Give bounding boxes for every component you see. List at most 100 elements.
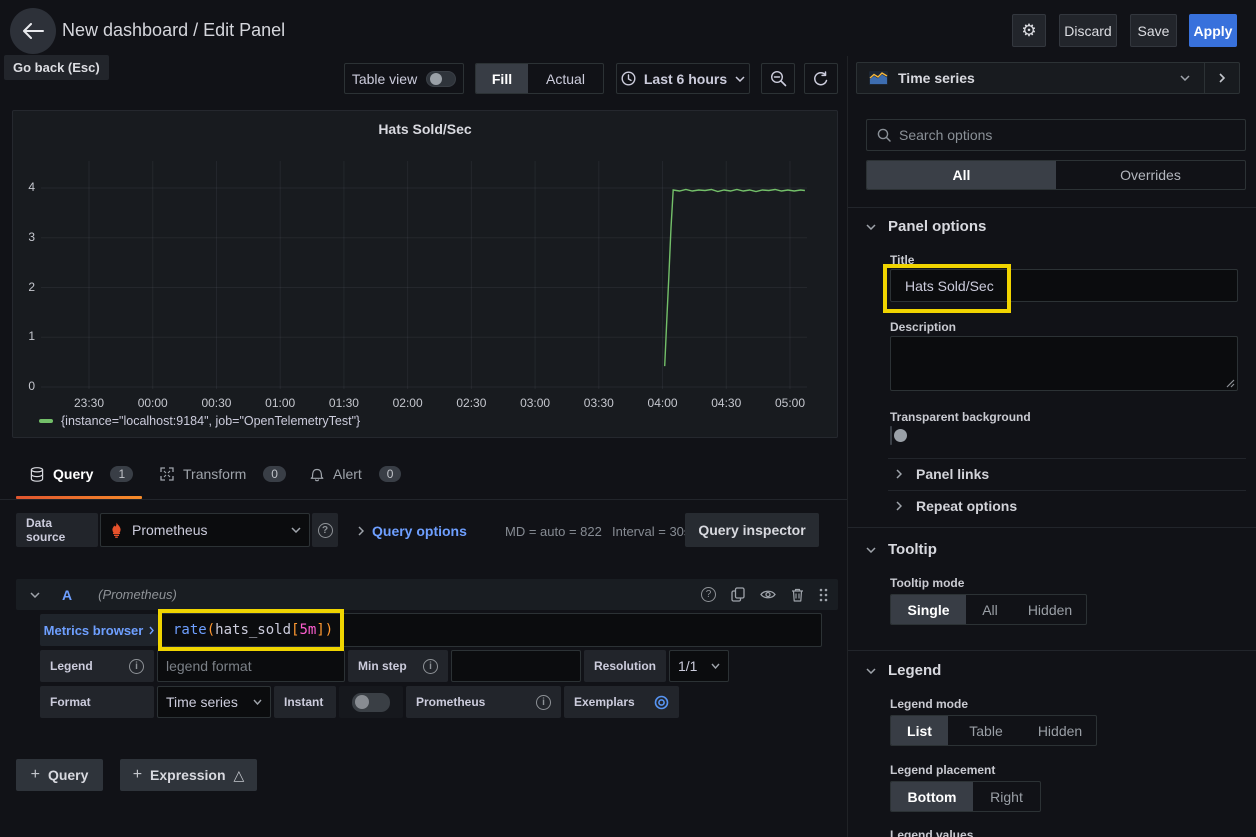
zoom-out-icon [770,70,787,87]
hide-query-eye-icon[interactable] [760,589,776,600]
tab-query-badge: 1 [110,466,133,482]
panel-title-input[interactable]: Hats Sold/Sec [890,269,1238,302]
back-button[interactable] [10,8,56,54]
plus-icon: + [133,766,142,784]
chart-plot [13,111,839,439]
expand-viz-picker-button[interactable] [1205,63,1239,93]
transform-icon [160,467,174,481]
actual-option[interactable]: Actual [528,64,603,93]
duplicate-icon[interactable] [731,587,745,602]
legend-placement-right[interactable]: Right [973,782,1040,811]
prometheus-options-label: Prometheus i [406,686,561,718]
panel-settings-button[interactable]: ⚙ [1012,14,1046,47]
tooltip-mode-single[interactable]: Single [891,595,966,624]
chevron-down-icon [735,76,745,82]
back-arrow-icon [22,23,44,39]
section-divider [848,650,1256,651]
tooltip-section-header[interactable]: Tooltip [866,541,937,558]
add-expression-button[interactable]: + Expression △ [120,759,257,791]
tab-transform-label: Transform [183,466,246,482]
legend-mode-list[interactable]: List [891,716,948,745]
options-filter-segmented: All Overrides [866,160,1246,190]
description-textarea[interactable] [890,336,1238,391]
instant-switch[interactable] [352,693,390,712]
panel-options-header[interactable]: Panel options [866,218,986,235]
query-ref-id[interactable]: A [62,587,72,603]
tab-transform-badge: 0 [263,466,286,482]
x-tick-label: 02:30 [446,396,496,410]
title-label: Title [890,253,914,267]
data-source-select[interactable]: Prometheus [100,513,310,547]
data-source-help-button[interactable]: ? [312,513,338,547]
query-inspector-button[interactable]: Query inspector [685,513,819,547]
query-options-link[interactable]: Query options [372,523,467,539]
page-title: New dashboard / Edit Panel [62,20,285,41]
fill-option[interactable]: Fill [476,64,528,93]
expr-token: ) [325,622,333,638]
collapse-chevron-icon[interactable] [30,592,40,598]
warning-triangle-icon: △ [234,767,245,784]
section-divider [848,527,1256,528]
gear-icon: ⚙ [1021,21,1036,41]
tab-query[interactable]: Query 1 [30,466,133,482]
info-icon: i [129,659,144,674]
transparent-background-switch[interactable] [890,426,892,445]
zoom-out-button[interactable] [761,63,795,94]
tooltip-mode-all[interactable]: All [966,595,1014,624]
chevron-down-icon [866,668,876,674]
table-view-toggle[interactable]: Table view [344,63,464,94]
add-query-button[interactable]: + Query [16,759,103,791]
discard-button[interactable]: Discard [1059,14,1117,47]
metrics-browser-button[interactable]: Metrics browser [40,614,158,646]
chevron-down-icon [253,699,262,705]
chart-legend-item[interactable]: {instance="localhost:9184", job="OpenTel… [39,414,360,428]
x-tick-label: 23:30 [64,396,114,410]
legend-format-label: Legend i [40,650,154,682]
refresh-button[interactable] [804,63,838,94]
tooltip-mode-hidden[interactable]: Hidden [1014,595,1086,624]
query-expression-input[interactable]: rate(hats_sold[5m]) [158,613,822,647]
tab-transform[interactable]: Transform 0 [160,466,286,482]
plus-icon: + [31,766,40,784]
legend-format-input[interactable]: legend format [157,650,345,682]
resolution-value: 1/1 [678,658,697,674]
tooltip-mode-segmented: Single All Hidden [890,594,1087,625]
clock-icon [621,71,636,86]
format-label: Format [40,686,154,718]
sidebar-resize-divider[interactable] [847,56,848,837]
tab-alert[interactable]: Alert 0 [310,466,401,482]
format-select[interactable]: Time series [157,686,271,718]
resize-handle-icon[interactable] [1226,379,1235,388]
save-button[interactable]: Save [1130,14,1177,47]
panel-links-row[interactable]: Panel links [896,466,989,482]
repeat-options-row[interactable]: Repeat options [896,498,1017,514]
query-datasource-hint: (Prometheus) [98,587,177,602]
search-options-box[interactable]: Search options [866,119,1246,151]
resolution-select[interactable]: 1/1 [669,650,729,682]
active-tab-underline [16,496,142,499]
instant-toggle-box[interactable] [339,686,403,718]
visualization-select[interactable]: Time series [856,62,1240,94]
exemplars-toggle[interactable]: Exemplars [564,686,679,718]
trash-icon[interactable] [791,588,804,602]
search-icon [877,128,891,142]
legend-mode-hidden[interactable]: Hidden [1024,716,1096,745]
filter-overrides-option[interactable]: Overrides [1056,161,1245,189]
legend-mode-table[interactable]: Table [948,716,1024,745]
time-range-picker[interactable]: Last 6 hours [616,63,750,94]
prometheus-icon [109,522,124,538]
filter-all-option[interactable]: All [867,161,1056,189]
legend-section-header[interactable]: Legend [866,662,941,679]
chevron-down-icon [711,663,720,669]
tab-alert-label: Alert [333,466,362,482]
drag-handle-icon[interactable] [819,588,828,602]
legend-format-placeholder: legend format [166,658,252,674]
chevron-down-icon [1180,75,1190,81]
table-view-switch[interactable] [426,71,456,87]
min-step-input[interactable] [451,650,581,682]
expr-token: 5m [299,622,316,638]
tab-alert-badge: 0 [379,466,402,482]
legend-placement-bottom[interactable]: Bottom [891,782,973,811]
query-help-icon[interactable]: ? [701,587,716,602]
apply-button[interactable]: Apply [1189,14,1237,47]
